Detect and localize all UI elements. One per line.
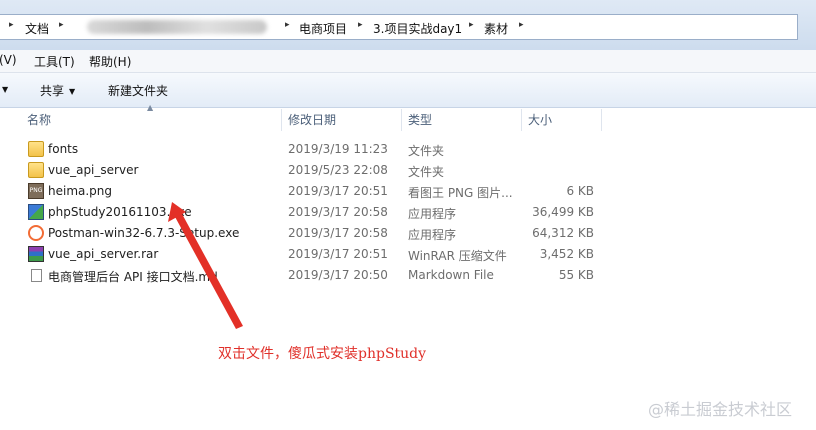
watermark: @稀土掘金技术社区 [648,400,793,419]
annotation-arrow [168,202,243,329]
annotation-text: 双击文件，傻瓜式安装phpStudy [218,346,427,362]
